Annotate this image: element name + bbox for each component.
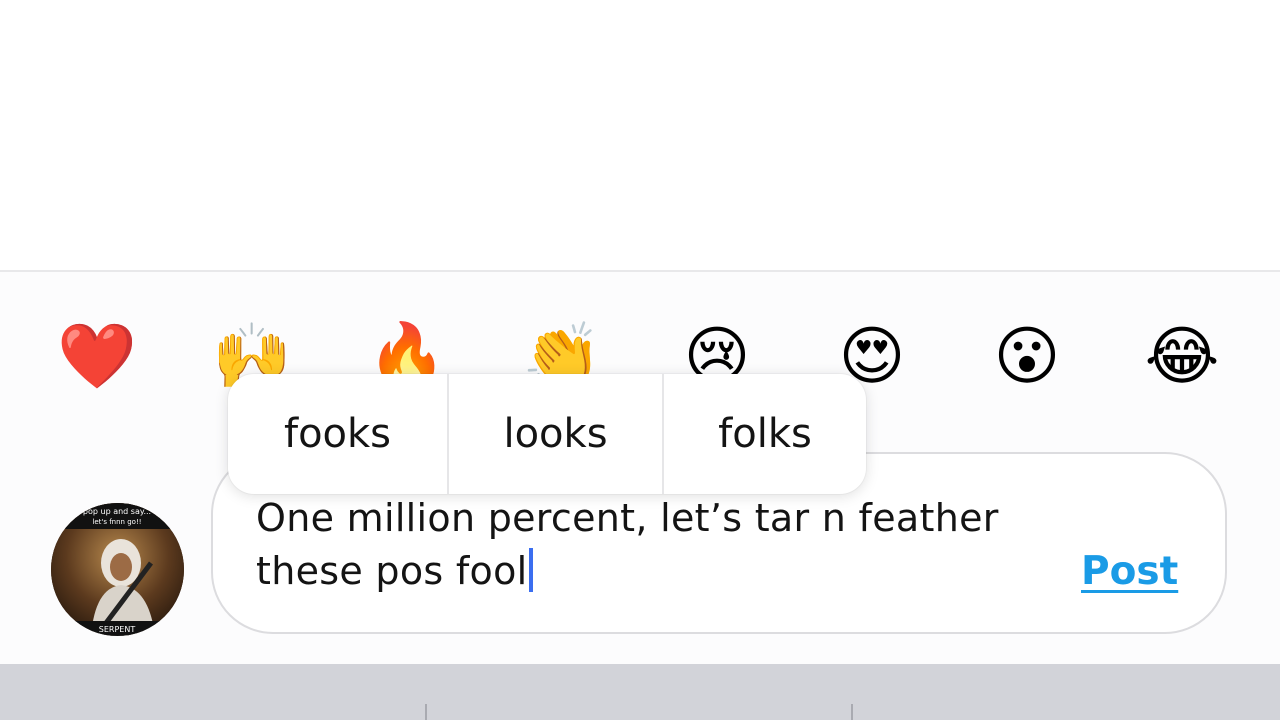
- suggestion-item[interactable]: looks: [449, 374, 662, 494]
- suggestion-item[interactable]: fooks: [228, 374, 447, 494]
- avatar-caption-bottom: SERPENT: [99, 625, 136, 634]
- tears-of-joy-face-icon[interactable]: 😂: [1137, 312, 1227, 402]
- avatar-caption-top: pop up and say...: [83, 507, 151, 516]
- svg-text:let's fnnn go!!: let's fnnn go!!: [92, 518, 141, 526]
- text-caret: [528, 548, 533, 592]
- comment-screen: ❤️ 🙌 🔥 👏 😢 😍 😮 😂 pop up and say... let's…: [0, 0, 1280, 720]
- content-area: [0, 0, 1280, 270]
- keyboard-divider: [425, 704, 427, 720]
- avatar: pop up and say... let's fnnn go!! SERPEN…: [51, 503, 184, 636]
- keyboard: [0, 664, 1280, 720]
- post-button[interactable]: Post: [1081, 549, 1178, 594]
- surprised-face-icon[interactable]: 😮: [982, 312, 1072, 402]
- red-heart-icon[interactable]: ❤️: [52, 312, 142, 402]
- comment-text: One million percent, let’s tar n feather…: [256, 496, 999, 593]
- suggestion-item[interactable]: folks: [664, 374, 866, 494]
- keyboard-divider: [851, 704, 853, 720]
- comment-text-field[interactable]: One million percent, let’s tar n feather…: [256, 492, 1086, 598]
- autocorrect-suggestions: fooks looks folks: [228, 374, 866, 494]
- avatar-image: pop up and say... let's fnnn go!! SERPEN…: [51, 503, 184, 636]
